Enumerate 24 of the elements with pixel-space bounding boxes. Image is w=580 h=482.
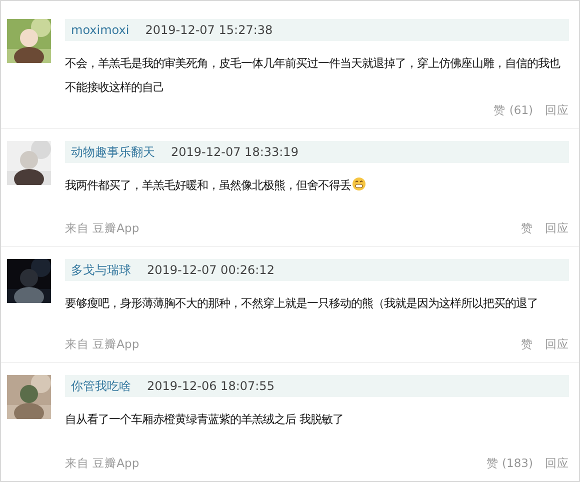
source-label: 来自 豆瓣App	[65, 456, 140, 471]
reply-link[interactable]: 回应	[545, 221, 569, 236]
comment-text: 要够瘦吧，身形薄薄胸不大的那种，不然穿上就是一只移动的熊（我就是因为这样所以把买的退了	[65, 296, 538, 310]
reply-link[interactable]: 回应	[545, 337, 569, 352]
like-link[interactable]: 赞 (183)	[486, 456, 533, 471]
like-link[interactable]: 赞	[521, 221, 533, 236]
comment-time: 2019-12-06 18:07:55	[147, 379, 274, 393]
username-link[interactable]: 你管我吃啥	[71, 378, 131, 394]
comment-text: 不会，羊羔毛是我的审美死角，皮毛一体几年前买过一件当天就退掉了，穿上仿佛座山雕，自信的我也不能接收这样的自己	[65, 56, 560, 94]
reply-link[interactable]: 回应	[545, 456, 569, 471]
comment-time: 2019-12-07 15:27:38	[145, 23, 273, 37]
like-link[interactable]: 赞	[521, 337, 533, 352]
comment-time: 2019-12-07 00:26:12	[147, 263, 274, 277]
comment-text: 自从看了一个车厢赤橙黄绿青蓝紫的羊羔绒之后 我脱敏了	[65, 412, 344, 426]
comment-time: 2019-12-07 18:33:19	[171, 145, 298, 159]
source-label: 来自 豆瓣App	[65, 337, 140, 352]
source-label: 来自 豆瓣App	[65, 221, 140, 236]
username-link[interactable]: 动物趣事乐翻天	[71, 144, 155, 160]
username-link[interactable]: moximoxi	[71, 23, 130, 37]
reply-link[interactable]: 回应	[545, 103, 569, 118]
username-link[interactable]: 多戈与瑞球	[71, 262, 131, 278]
comment-text: 我两件都买了，羊羔毛好暖和，虽然像北极熊，但舍不得丢	[65, 178, 351, 192]
grin-emoji-icon	[352, 177, 366, 191]
like-link[interactable]: 赞 (61)	[494, 103, 533, 118]
